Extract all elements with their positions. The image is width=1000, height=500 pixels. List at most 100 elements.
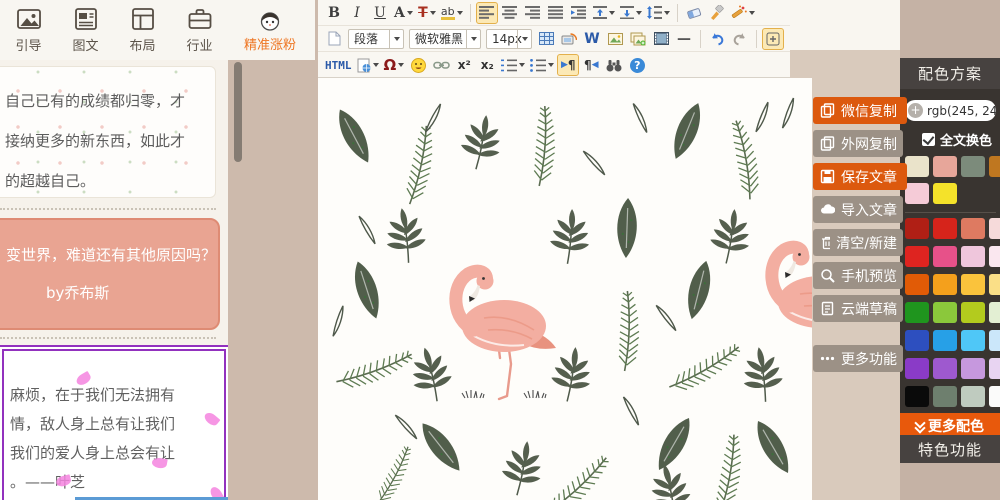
font-size-select[interactable]: 14px [486, 29, 532, 49]
horizontal-rule-button[interactable]: — [673, 28, 695, 50]
color-swatch[interactable] [961, 246, 985, 267]
template-card-quote[interactable]: 变世界，难道还有其他原因吗？ by乔布斯 [0, 218, 220, 330]
eraser-button[interactable] [683, 2, 705, 24]
template-card-floral[interactable]: 自己已有的成绩都归零，才 接纳更多的新东西，如此才 的超越自己。 [0, 66, 216, 198]
editor-canvas[interactable] [318, 78, 812, 500]
color-swatch[interactable] [989, 302, 1000, 323]
color-swatch[interactable] [905, 218, 929, 239]
color-swatch[interactable] [961, 358, 985, 379]
color-swatch[interactable] [933, 358, 957, 379]
rtl-paragraph-button[interactable]: ¶◀ [580, 54, 602, 76]
color-swatch[interactable] [933, 183, 957, 204]
nav-item-industry[interactable]: 行业 [171, 6, 228, 54]
color-swatch[interactable] [933, 246, 957, 267]
subscript-button[interactable]: x₂ [476, 54, 498, 76]
bullet-list-button[interactable] [528, 54, 556, 76]
html-source-button[interactable]: HTML [323, 54, 354, 76]
insert-image-button[interactable] [604, 28, 626, 50]
featured-functions-header[interactable]: 特色功能 [900, 435, 1000, 463]
checkbox-checked-icon[interactable] [922, 133, 935, 146]
nav-item-fan-growth[interactable]: 精准涨粉 [228, 7, 312, 53]
color-swatch[interactable] [961, 274, 985, 295]
sidebar-scrollbar[interactable] [234, 62, 242, 162]
color-swatch[interactable] [989, 330, 1000, 351]
align-center-button[interactable] [499, 2, 521, 24]
add-color-icon[interactable]: + [908, 103, 923, 118]
screenshot-button[interactable] [558, 28, 580, 50]
color-swatch[interactable] [961, 330, 985, 351]
color-swatch[interactable] [933, 274, 957, 295]
align-justify-button[interactable] [545, 2, 567, 24]
nav-item-article[interactable]: 图文 [57, 6, 114, 54]
phone-preview-button[interactable]: 手机预览 [813, 262, 903, 289]
cloud-draft-button[interactable]: 云端草稿 [813, 295, 903, 322]
nav-item-layout[interactable]: 布局 [114, 6, 171, 54]
find-replace-button[interactable] [603, 54, 625, 76]
redo-button[interactable] [729, 28, 751, 50]
color-swatch[interactable] [961, 386, 985, 407]
color-swatch[interactable] [989, 156, 1000, 177]
color-swatch[interactable] [961, 218, 985, 239]
color-swatch[interactable] [905, 358, 929, 379]
insert-video-button[interactable] [650, 28, 672, 50]
undo-button[interactable] [706, 28, 728, 50]
import-article-button[interactable]: 导入文章 [813, 196, 903, 223]
bold-button[interactable]: B [323, 2, 345, 24]
align-right-button[interactable] [522, 2, 544, 24]
format-painter-button[interactable] [706, 2, 728, 24]
new-document-button[interactable] [323, 28, 345, 50]
color-swatch[interactable] [961, 302, 985, 323]
superscript-button[interactable]: x² [453, 54, 475, 76]
color-swatch[interactable] [905, 302, 929, 323]
indent-button[interactable] [568, 2, 590, 24]
nav-item-guide[interactable]: 引导 [0, 6, 57, 54]
expand-editor-button[interactable] [762, 28, 784, 50]
spacing-after-button[interactable] [618, 2, 644, 24]
color-swatch[interactable] [905, 183, 929, 204]
underline-button[interactable]: U [369, 2, 391, 24]
color-swatch[interactable] [905, 274, 929, 295]
emoji-button[interactable] [407, 54, 429, 76]
color-swatch[interactable] [905, 246, 929, 267]
template-card-purple[interactable]: 麻烦，在于我们无法拥有 情，敌人身上总有让我们 我们的爱人身上总会有让 。——叶… [0, 345, 228, 500]
color-swatch[interactable] [989, 274, 1000, 295]
insert-table-button[interactable] [535, 28, 557, 50]
color-swatch[interactable] [989, 246, 1000, 267]
page-template-button[interactable] [355, 54, 381, 76]
magic-wand-button[interactable] [729, 2, 757, 24]
more-functions-button[interactable]: 更多功能 [813, 345, 903, 372]
align-left-button[interactable] [476, 2, 498, 24]
help-button[interactable]: ? [626, 54, 648, 76]
font-size-button[interactable]: A [392, 2, 415, 24]
paragraph-spacing-button[interactable] [591, 2, 617, 24]
external-copy-button[interactable]: 外网复制 [813, 130, 903, 157]
color-swatch[interactable] [905, 156, 929, 177]
color-swatch[interactable] [989, 386, 1000, 407]
color-swatch[interactable] [933, 330, 957, 351]
insert-link-button[interactable] [430, 54, 452, 76]
special-character-button[interactable]: Ω [382, 54, 407, 76]
color-swatch[interactable] [933, 386, 957, 407]
color-swatch[interactable] [905, 330, 929, 351]
wechat-copy-button[interactable]: 微信复制 [813, 97, 907, 124]
paragraph-format-select[interactable]: 段落 [348, 29, 404, 49]
word-import-button[interactable]: W [581, 28, 603, 50]
color-swatch[interactable] [989, 358, 1000, 379]
color-swatch[interactable] [933, 218, 957, 239]
highlight-color-button[interactable]: ab [439, 2, 465, 24]
color-swatch[interactable] [989, 218, 1000, 239]
color-swatch[interactable] [961, 156, 985, 177]
color-value-input[interactable]: + rgb(245, 24 [905, 100, 996, 121]
font-color-button[interactable]: T [416, 2, 438, 24]
insert-gallery-button[interactable] [627, 28, 649, 50]
color-swatch[interactable] [933, 156, 957, 177]
color-swatch[interactable] [905, 386, 929, 407]
clear-new-button[interactable]: 清空/新建 [813, 229, 903, 256]
color-swatch[interactable] [933, 302, 957, 323]
font-family-select[interactable]: 微软雅黑 [409, 29, 481, 49]
save-article-button[interactable]: 保存文章 [813, 163, 907, 190]
ordered-list-button[interactable] [499, 54, 527, 76]
full-text-recolor-checkbox[interactable]: 全文换色 [922, 130, 992, 149]
ltr-paragraph-button[interactable]: ▶¶ [557, 54, 579, 76]
line-height-button[interactable] [645, 2, 672, 24]
